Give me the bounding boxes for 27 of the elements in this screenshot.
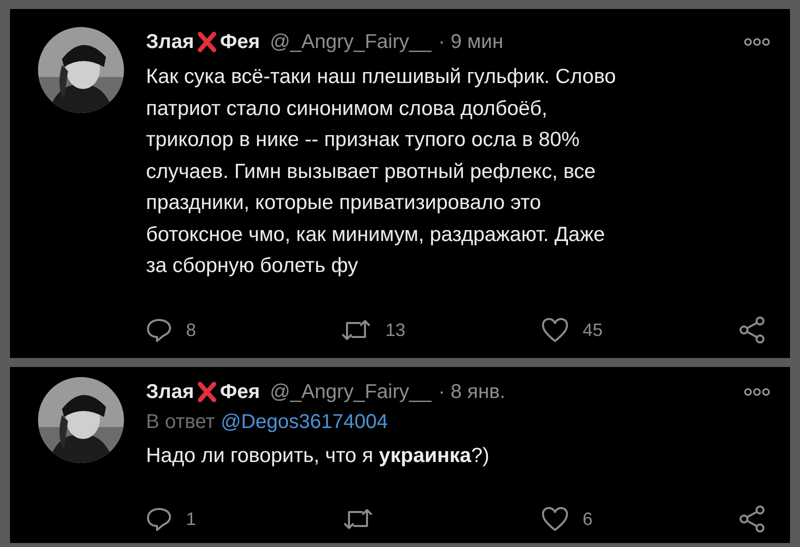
tweet-time: · 8 янв. — [438, 380, 506, 404]
reply-count: 1 — [186, 508, 196, 530]
like-count: 6 — [582, 508, 593, 530]
author-name: Злая — [146, 380, 194, 404]
retweet-icon[interactable] — [341, 317, 372, 343]
more-icon[interactable] — [744, 37, 770, 47]
retweet-count: 13 — [385, 320, 406, 340]
tweet-text: Надо ли говорить, что я украинка?) — [146, 443, 490, 469]
reply-label: В ответ — [146, 411, 215, 433]
comment-icon[interactable] — [146, 506, 172, 532]
author-handle[interactable]: @_Angry_Fairy__ — [270, 380, 432, 404]
tweet-time: · 9 мин — [438, 30, 504, 54]
author-name: Фея — [220, 380, 260, 404]
mention-link[interactable]: @Degos36174004 — [220, 411, 388, 433]
like-count: 45 — [582, 320, 603, 340]
heart-icon[interactable] — [540, 506, 569, 532]
author-name: Фея — [220, 30, 260, 54]
comment-icon[interactable] — [146, 317, 172, 343]
author-handle[interactable]: @_Angry_Fairy__ — [270, 30, 432, 54]
author-name: Злая — [146, 30, 194, 54]
retweet-icon[interactable] — [343, 506, 374, 532]
tweet-text: Как сука всё-таки наш плешивый гульфик. Слово патриот стало синонимом слова долбоёб, триколор в нике -- признак тупого осла в 80% случаев. Гимн вызывает рвотный рефлекс, все праздники, которые приватизировало это ботоксное чмо, как минимум, раздражают. Даже за сборную болеть фу — [146, 64, 617, 279]
share-icon[interactable] — [738, 505, 766, 533]
more-icon[interactable] — [744, 387, 770, 397]
heart-icon[interactable] — [540, 317, 569, 343]
reply-count: 8 — [186, 320, 196, 340]
share-icon[interactable] — [738, 316, 766, 344]
